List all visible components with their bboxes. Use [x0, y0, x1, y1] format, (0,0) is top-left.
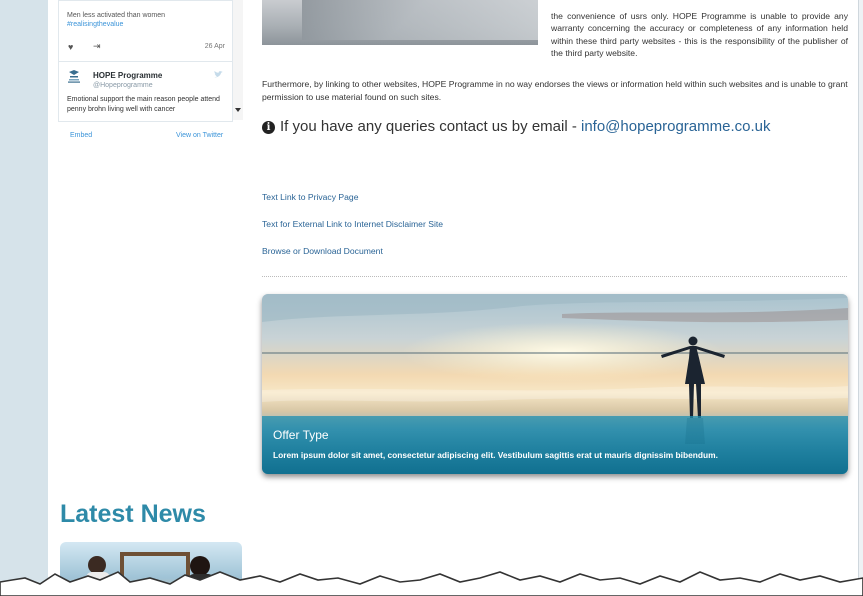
offer-description: Lorem ipsum dolor sit amet, consectetur …: [273, 450, 718, 460]
tweet-hashtag-link[interactable]: #realisingthevalue: [67, 21, 123, 28]
latest-news-heading: Latest News: [60, 500, 206, 528]
right-gutter: [858, 0, 863, 596]
twitter-feed-card[interactable]: Men less activated than women #realising…: [58, 0, 233, 122]
disclaimer-text: the convenience of usrs only. HOPE Progr…: [551, 11, 848, 58]
page-body: Men less activated than women #realising…: [48, 0, 858, 596]
section-divider: [262, 276, 847, 277]
hope-programme-logo[interactable]: [67, 69, 81, 83]
privacy-page-link[interactable]: Text Link to Privacy Page: [262, 192, 359, 202]
external-disclaimer-link[interactable]: Text for External Link to Internet Discl…: [262, 219, 443, 229]
embed-link[interactable]: Embed: [70, 132, 92, 139]
tweet-actions: ♥ ⇥ 26 Apr: [67, 41, 227, 53]
offer-card[interactable]: Offer Type Lorem ipsum dolor sit amet, c…: [262, 294, 848, 474]
tweet-date[interactable]: 26 Apr: [205, 43, 225, 50]
tweet-author-name[interactable]: HOPE Programme: [93, 71, 162, 80]
tweet-text: Men less activated than women: [67, 12, 166, 19]
offer-title: Offer Type: [273, 428, 329, 442]
twitter-bird-icon[interactable]: [214, 71, 223, 78]
contact-line: i If you have any queries contact us by e…: [262, 118, 771, 135]
article-image: [262, 0, 538, 45]
share-icon[interactable]: ⇥: [93, 41, 101, 52]
torn-edge: [0, 571, 863, 596]
contact-text: If you have any queries contact us by em…: [280, 118, 581, 135]
twitter-scrollbar[interactable]: [233, 0, 243, 120]
tweet-author-handle[interactable]: @Hopeprogramme: [93, 82, 153, 89]
twitter-timeline: Men less activated than women #realising…: [58, 0, 243, 150]
view-on-twitter-link[interactable]: View on Twitter: [176, 132, 223, 139]
contact-email-link[interactable]: info@hopeprogramme.co.uk: [581, 118, 771, 135]
like-icon[interactable]: ♥: [68, 42, 73, 52]
endorsement-paragraph: Furthermore, by linking to other website…: [262, 79, 848, 102]
tweet-text: Emotional support the main reason people…: [67, 96, 220, 113]
laptop-image: [302, 0, 538, 40]
tweet-divider: [59, 61, 232, 62]
scroll-down-arrow-icon[interactable]: [235, 108, 241, 112]
info-icon: i: [262, 121, 275, 134]
offer-image: [262, 294, 848, 474]
download-document-link[interactable]: Browse or Download Document: [262, 246, 383, 256]
left-gutter: [0, 0, 48, 596]
